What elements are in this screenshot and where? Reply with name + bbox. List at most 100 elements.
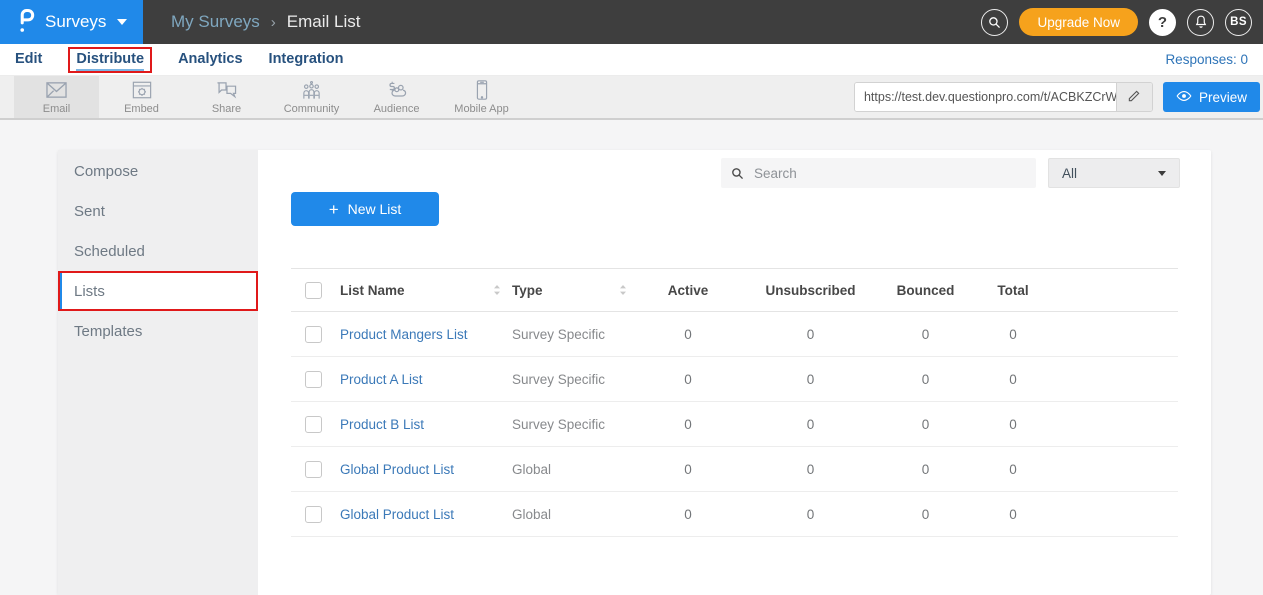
sort-icon[interactable] bbox=[619, 284, 627, 296]
eye-icon bbox=[1176, 90, 1192, 105]
search-box[interactable] bbox=[721, 158, 1036, 188]
row-checkbox[interactable] bbox=[305, 371, 322, 388]
preview-label: Preview bbox=[1199, 90, 1247, 105]
count-total: 0 bbox=[973, 372, 1053, 387]
sidebar-item-lists[interactable]: Lists bbox=[58, 271, 258, 311]
count-unsubscribed: 0 bbox=[743, 417, 878, 432]
column-header-active: Active bbox=[633, 283, 743, 298]
table-body: Product Mangers ListSurvey Specific0000P… bbox=[291, 312, 1178, 537]
sidebar-item-label: Compose bbox=[74, 163, 138, 180]
count-active: 0 bbox=[633, 507, 743, 522]
toolbar-item-email[interactable]: Email bbox=[14, 76, 99, 118]
list-name-cell: Product Mangers List bbox=[335, 327, 505, 342]
sidebar-item-label: Templates bbox=[74, 323, 142, 340]
sort-icon[interactable] bbox=[493, 284, 501, 296]
help-button[interactable]: ? bbox=[1149, 9, 1176, 36]
responses-count[interactable]: Responses: 0 bbox=[1165, 52, 1248, 67]
column-label: List Name bbox=[340, 283, 405, 298]
count-bounced: 0 bbox=[878, 327, 973, 342]
count-total: 0 bbox=[973, 327, 1053, 342]
list-search-input[interactable] bbox=[752, 165, 1026, 182]
header-actions: Upgrade Now ? BS bbox=[981, 8, 1263, 36]
survey-url-input[interactable] bbox=[855, 83, 1116, 111]
toolbar-item-share[interactable]: Share bbox=[184, 76, 269, 118]
list-type: Survey Specific bbox=[505, 327, 633, 342]
nav-bar: Edit Distribute Analytics Integration Respo… bbox=[0, 44, 1263, 76]
notifications-button[interactable] bbox=[1187, 9, 1214, 36]
new-list-button[interactable]: + New List bbox=[291, 192, 439, 226]
count-total: 0 bbox=[973, 417, 1053, 432]
select-all-checkbox[interactable] bbox=[305, 282, 322, 299]
breadcrumb-parent[interactable]: My Surveys bbox=[171, 12, 260, 32]
sidebar-item-label: Lists bbox=[74, 283, 105, 300]
sidebar-item-scheduled[interactable]: Scheduled bbox=[58, 231, 258, 271]
page-background: Compose Sent Scheduled Lists Templates All +… bbox=[0, 120, 1263, 595]
count-active: 0 bbox=[633, 417, 743, 432]
header-checkbox-cell bbox=[291, 282, 335, 299]
column-header-total: Total bbox=[973, 283, 1053, 298]
tab-distribute[interactable]: Distribute bbox=[68, 47, 152, 73]
row-checkbox[interactable] bbox=[305, 461, 322, 478]
list-type: Global bbox=[505, 507, 633, 522]
edit-url-button[interactable] bbox=[1116, 83, 1152, 111]
column-header-list-name[interactable]: List Name bbox=[335, 283, 505, 298]
count-total: 0 bbox=[973, 462, 1053, 477]
sidebar-item-label: Sent bbox=[74, 203, 105, 220]
list-name-link[interactable]: Product A List bbox=[340, 372, 423, 387]
email-envelope-icon bbox=[45, 79, 68, 101]
toolbar-item-label: Email bbox=[43, 103, 71, 115]
row-checkbox-cell bbox=[291, 371, 335, 388]
row-checkbox[interactable] bbox=[305, 416, 322, 433]
app: { "header": { "product": "Surveys", "log… bbox=[0, 0, 1263, 595]
row-checkbox-cell bbox=[291, 506, 335, 523]
toolbar-tiles: Email EmbedShare Community Audience Mobile A… bbox=[14, 76, 524, 118]
count-bounced: 0 bbox=[878, 462, 973, 477]
list-name-cell: Global Product List bbox=[335, 507, 505, 522]
share-bubbles-icon bbox=[215, 79, 238, 101]
avatar[interactable]: BS bbox=[1225, 9, 1252, 36]
list-name-link[interactable]: Product Mangers List bbox=[340, 327, 468, 342]
upgrade-now-button[interactable]: Upgrade Now bbox=[1019, 8, 1138, 36]
tab-integration[interactable]: Integration bbox=[269, 49, 344, 71]
toolbar-item-label: Audience bbox=[374, 103, 420, 115]
filter-dropdown[interactable]: All bbox=[1048, 158, 1180, 188]
toolbar-item-audience[interactable]: Audience bbox=[354, 76, 439, 118]
bell-icon bbox=[1194, 14, 1208, 30]
breadcrumb: My Surveys › Email List bbox=[171, 12, 360, 32]
count-bounced: 0 bbox=[878, 372, 973, 387]
toolbar-item-mobile-app[interactable]: Mobile App bbox=[439, 76, 524, 118]
table-row: Product A ListSurvey Specific0000 bbox=[291, 357, 1178, 402]
row-checkbox[interactable] bbox=[305, 326, 322, 343]
row-checkbox-cell bbox=[291, 416, 335, 433]
toolbar-item-label: Community bbox=[284, 103, 340, 115]
count-unsubscribed: 0 bbox=[743, 327, 878, 342]
list-name-link[interactable]: Product B List bbox=[340, 417, 424, 432]
sidebar-item-compose[interactable]: Compose bbox=[58, 151, 258, 191]
toolbar-item-embed[interactable]: Embed bbox=[99, 76, 184, 118]
list-name-link[interactable]: Global Product List bbox=[340, 507, 454, 522]
product-switcher[interactable]: Surveys bbox=[0, 0, 143, 44]
list-name-link[interactable]: Global Product List bbox=[340, 462, 454, 477]
tab-label: Integration bbox=[269, 51, 344, 67]
tab-edit[interactable]: Edit bbox=[15, 49, 42, 71]
sidebar-item-sent[interactable]: Sent bbox=[58, 191, 258, 231]
survey-url-box bbox=[854, 82, 1153, 112]
column-header-type[interactable]: Type bbox=[505, 283, 633, 298]
table-row: Global Product ListGlobal0000 bbox=[291, 492, 1178, 537]
search-button[interactable] bbox=[981, 9, 1008, 36]
count-total: 0 bbox=[973, 507, 1053, 522]
column-header-bounced: Bounced bbox=[878, 283, 973, 298]
count-active: 0 bbox=[633, 372, 743, 387]
search-filter-row: All bbox=[258, 150, 1211, 188]
top-header: Surveys My Surveys › Email List Upgrade … bbox=[0, 0, 1263, 44]
count-bounced: 0 bbox=[878, 417, 973, 432]
sidebar-item-templates[interactable]: Templates bbox=[58, 311, 258, 351]
tab-analytics[interactable]: Analytics bbox=[178, 49, 242, 71]
count-bounced: 0 bbox=[878, 507, 973, 522]
preview-button[interactable]: Preview bbox=[1163, 82, 1260, 112]
distribute-toolbar: Email EmbedShare Community Audience Mobile A… bbox=[0, 76, 1263, 120]
community-people-icon bbox=[300, 79, 323, 101]
row-checkbox[interactable] bbox=[305, 506, 322, 523]
audience-dollar-icon bbox=[385, 79, 408, 101]
toolbar-item-community[interactable]: Community bbox=[269, 76, 354, 118]
